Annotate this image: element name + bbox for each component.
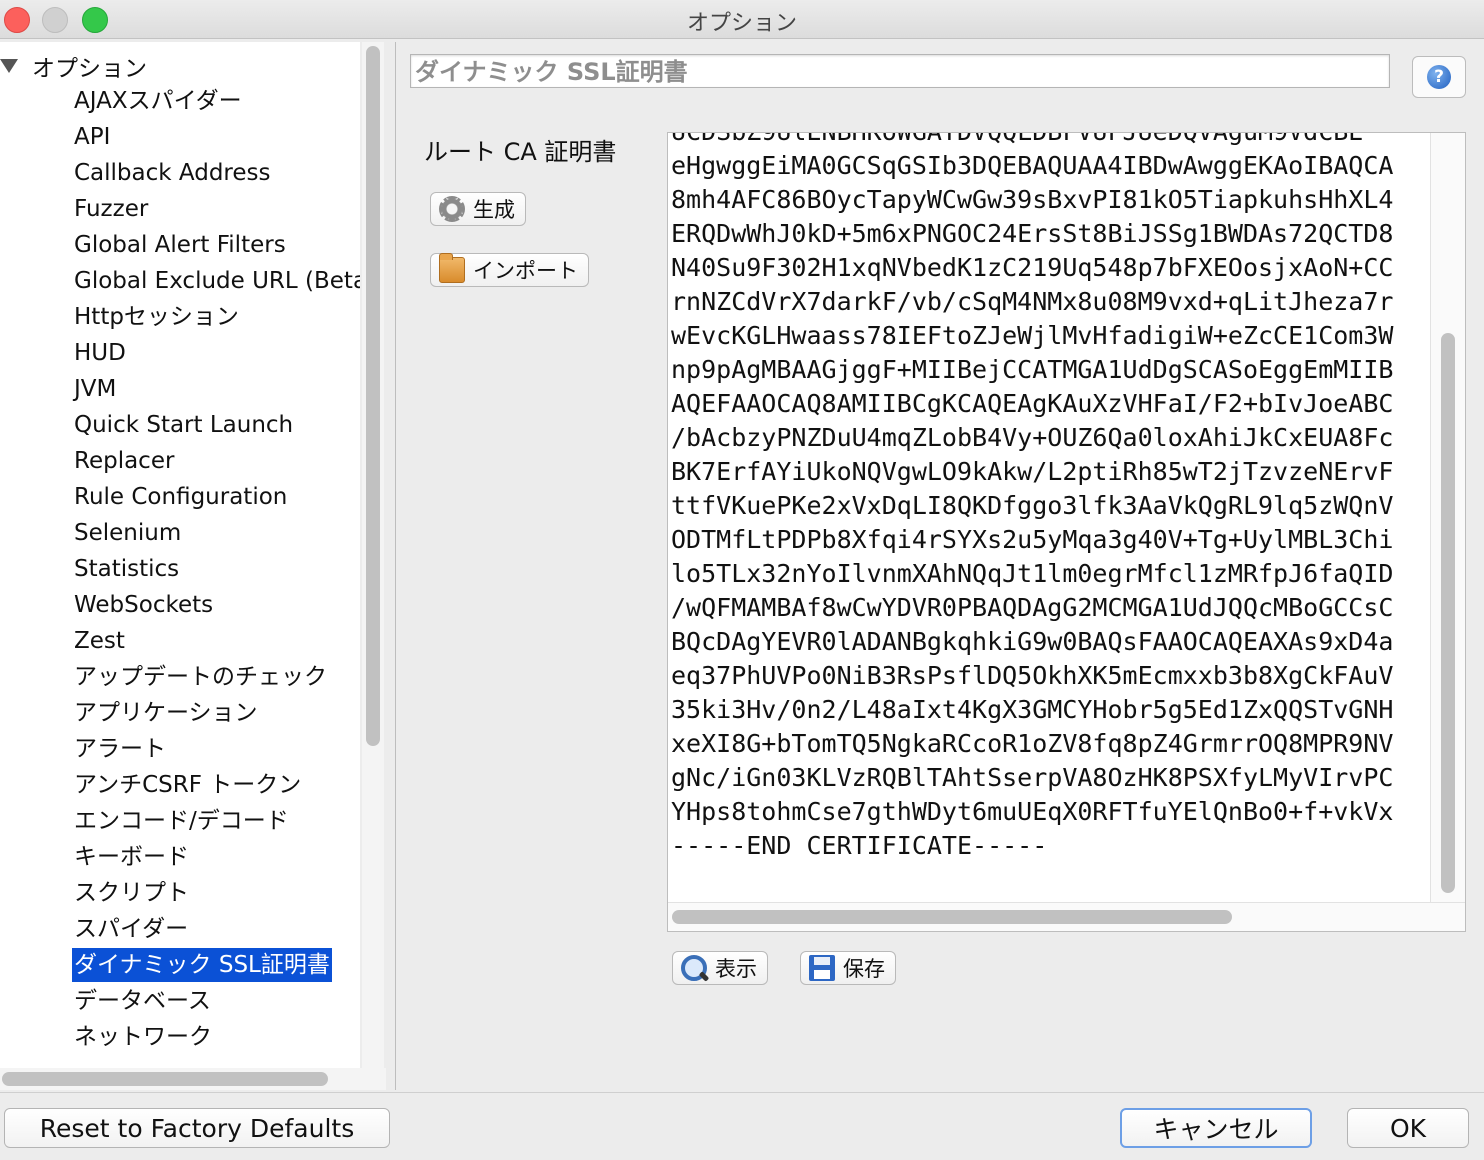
tree-item[interactable]: アンチCSRF トークン <box>72 768 303 802</box>
tree-item[interactable]: HUD <box>72 336 128 370</box>
footer-divider <box>0 1092 1484 1093</box>
certificate-horizontal-scrollbar[interactable] <box>668 902 1465 931</box>
tree-item[interactable]: ネットワーク <box>72 1020 214 1054</box>
tree-item[interactable]: Statistics <box>72 552 181 586</box>
collapse-triangle-icon[interactable] <box>0 59 18 73</box>
certificate-line: /wQFMAMBAf8wCwYDVR0PBAQDAgG2MCMGA1UdJQQc… <box>671 593 1394 622</box>
view-button[interactable]: 表示 <box>672 951 768 985</box>
tree-item[interactable]: Global Alert Filters <box>72 228 288 262</box>
tree-item[interactable]: Callback Address <box>72 156 273 190</box>
root-ca-label: ルート CA 証明書 <box>424 138 617 166</box>
tree-vertical-scrollbar[interactable] <box>362 42 384 1072</box>
tree-vertical-scroll-thumb[interactable] <box>366 46 380 746</box>
certificate-line: AQEFAAOCAQ8AMIIBCgKCAQEAgKAuXzVHFaI/F2+b… <box>671 389 1394 418</box>
cancel-button[interactable]: キャンセル <box>1120 1108 1312 1148</box>
tree-item[interactable]: Httpセッション <box>72 300 241 334</box>
window-title: オプション <box>686 11 797 36</box>
reset-to-factory-defaults-button[interactable]: Reset to Factory Defaults <box>4 1108 390 1148</box>
help-button[interactable]: ? <box>1412 56 1466 98</box>
tree-item[interactable]: API <box>72 120 112 154</box>
view-button-label: 表示 <box>715 957 757 981</box>
tree-horizontal-scroll-thumb[interactable] <box>2 1072 328 1086</box>
certificate-line: wEvcKGLHwaass78IEFtoZJeWjlMvHfadigiW+eZc… <box>671 321 1394 350</box>
save-button-label: 保存 <box>843 957 885 981</box>
tree-item[interactable]: AJAXスパイダー <box>72 84 244 118</box>
certificate-line: -----END CERTIFICATE----- <box>671 831 1048 860</box>
tree-root-label: オプション <box>32 56 147 82</box>
certificate-vertical-scroll-thumb[interactable] <box>1441 333 1455 893</box>
floppy-disk-icon <box>809 955 835 981</box>
certificate-line: /bAcbzyPNZDuU4mqZLobB4Vy+OUZ6Qa0loxAhiJk… <box>671 423 1394 452</box>
save-button[interactable]: 保存 <box>800 951 896 985</box>
options-panel: ダイナミック SSL証明書 ? ルート CA 証明書 生成 インポート UCDS… <box>395 42 1484 1090</box>
certificate-line: lo5TLx32nYoIlvnmXAhNQqJt1lm0egrMfcl1zMRf… <box>671 559 1394 588</box>
tree-item[interactable]: Global Exclude URL (Beta <box>72 264 360 298</box>
tree-item[interactable]: Replacer <box>72 444 176 478</box>
tree-item[interactable]: Zest <box>72 624 127 658</box>
certificate-line: 35ki3Hv/0n2/L48aIxt4KgX3GMCYHobr5g5Ed1Zx… <box>671 695 1394 724</box>
gear-icon <box>439 196 465 222</box>
certificate-line: ERQDwWhJ0kD+5m6xPNGOC24ErsSt8BiJSSg1BWDA… <box>671 219 1394 248</box>
title-bar: オプション <box>0 0 1484 39</box>
tree-item[interactable]: アプリケーション <box>72 696 260 730</box>
tree-item[interactable]: アラート <box>72 732 168 766</box>
tree-horizontal-scrollbar[interactable] <box>0 1068 386 1090</box>
panel-header: ダイナミック SSL証明書 <box>410 54 1390 88</box>
certificate-line: 8mh4AFC86BOycTapyWCwGw39sBxvPI81kO5Tiapk… <box>671 185 1394 214</box>
tree-item[interactable]: WebSockets <box>72 588 215 622</box>
tree-item[interactable]: JVM <box>72 372 118 406</box>
tree-item[interactable]: アップデートのチェック <box>72 660 329 694</box>
certificate-line: gNc/iGn03KLVzRQBlTAhtSserpVA8OzHK8PSXfyL… <box>671 763 1394 792</box>
certificate-line: ttfVKuePKe2xVxDqLI8QKDfggo3lfk3AaVkQgRL9… <box>671 491 1394 520</box>
certificate-line: UCDSbZ9UlENBHKoWGAYDVQQLDBFVUFJUeDQVAguM… <box>671 133 1393 149</box>
tree-item[interactable]: スパイダー <box>72 912 190 946</box>
generate-button[interactable]: 生成 <box>430 192 526 226</box>
tree-item[interactable]: Quick Start Launch <box>72 408 295 442</box>
certificate-line: xeXI8G+bTomTQ5NgkaRCcoR1oZV8fq8pZ4GrmrrO… <box>671 729 1394 758</box>
import-button[interactable]: インポート <box>430 253 589 287</box>
certificate-line: rnNZCdVrX7darkF/vb/cSqM4NMx8u08M9vxd+qLi… <box>671 287 1394 316</box>
options-tree: オプション AJAXスパイダー API Callback Address Fuzzer… <box>0 42 360 1070</box>
certificate-line: BK7ErfAYiUkoNQVgwLO9kAkw/L2ptiRh85wT2jTz… <box>671 457 1394 486</box>
tree-item[interactable]: スクリプト <box>72 876 191 910</box>
ok-button[interactable]: OK <box>1347 1108 1469 1148</box>
certificate-line: YHps8tohmCse7gthWDyt6muUEqX0RFTfuYElQnBo… <box>671 797 1394 826</box>
tree-item[interactable]: ダイナミック SSL証明書 <box>72 948 332 982</box>
tree-item[interactable]: エンコード/デコード <box>72 804 291 838</box>
certificate-line: N40Su9F302H1xqNVbedK1zC219Uq548p7bFXEOos… <box>671 253 1394 282</box>
generate-button-label: 生成 <box>473 198 515 222</box>
tree-root[interactable]: オプション <box>0 50 147 82</box>
tree-item[interactable]: データベース <box>72 984 213 1018</box>
tree-item[interactable]: Selenium <box>72 516 183 550</box>
certificate-vertical-scrollbar[interactable] <box>1430 133 1465 903</box>
certificate-textarea[interactable]: UCDSbZ9UlENBHKoWGAYDVQQLDBFVUFJUeDQVAguM… <box>667 132 1466 932</box>
certificate-line: np9pAgMBAAGjggF+MIIBejCCATMGA1UdDgSCASoE… <box>671 355 1394 384</box>
certificate-line: eHgwggEiMA0GCSqGSIb3DQEBAQUAA4IBDwAwggEK… <box>671 151 1394 180</box>
certificate-line: ODTMfLtPDPb8Xfqi4rSYXs2u5yMqa3g40V+Tg+Uy… <box>671 525 1394 554</box>
magnifier-icon <box>681 955 707 981</box>
tree-item[interactable]: Rule Configuration <box>72 480 289 514</box>
help-icon: ? <box>1427 65 1451 89</box>
folder-icon <box>439 253 465 283</box>
import-button-label: インポート <box>473 259 578 283</box>
certificate-line: eq37PhUVPo0NiB3RsPsflDQ5OkhXK5mEcmxxb3b8… <box>671 661 1394 690</box>
certificate-text[interactable]: UCDSbZ9UlENBHKoWGAYDVQQLDBFVUFJUeDQVAguM… <box>671 133 1394 863</box>
certificate-line: BQcDAgYEVR0lADANBgkqhkiG9w0BAQsFAAOCAQEA… <box>671 627 1394 656</box>
tree-item[interactable]: Fuzzer <box>72 192 150 226</box>
tree-item[interactable]: キーボード <box>72 840 191 874</box>
certificate-horizontal-scroll-thumb[interactable] <box>672 910 1232 924</box>
